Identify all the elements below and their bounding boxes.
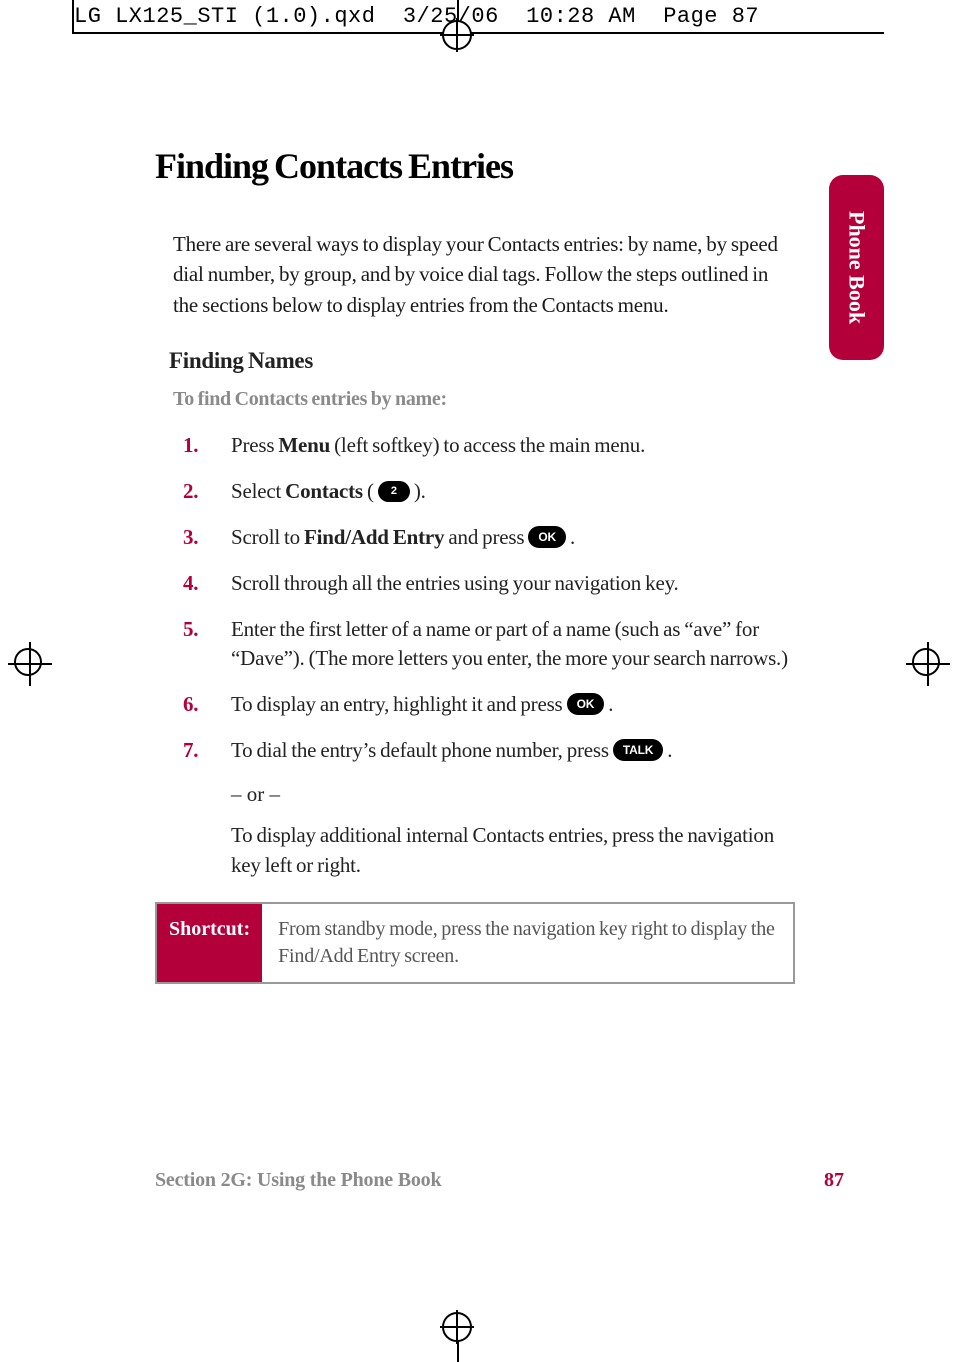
intro-paragraph: There are several ways to display your C… — [173, 229, 795, 320]
slug-line: LG LX125_STI (1.0).qxd 3/25/06 10:28 AM … — [74, 4, 759, 29]
step-text: and press — [444, 525, 528, 549]
subheading: Finding Names — [169, 348, 795, 374]
key-ok-icon: OK — [567, 693, 605, 715]
step-bold: Menu — [278, 433, 330, 457]
continuation-text: To display additional internal Contacts … — [231, 821, 795, 881]
shortcut-body: From standby mode, press the navigation … — [262, 904, 793, 982]
footer-page-number: 87 — [824, 1169, 844, 1192]
registration-mark-left — [14, 648, 42, 676]
step-number: 5. — [183, 615, 198, 645]
step-number: 7. — [183, 736, 198, 766]
step-2: 2. Select Contacts ( 2 ). — [183, 477, 795, 507]
step-number: 1. — [183, 431, 198, 461]
step-text: . — [604, 692, 613, 716]
slug-bottom-rule — [74, 32, 884, 34]
step-text: . — [566, 525, 575, 549]
step-bold: Contacts — [285, 479, 363, 503]
step-7: 7. To dial the entry’s default phone num… — [183, 736, 795, 766]
step-bold: Find/Add Entry — [304, 525, 444, 549]
step-number: 6. — [183, 690, 198, 720]
step-5: 5. Enter the first letter of a name or p… — [183, 615, 795, 675]
steps-list: 1. Press Menu (left softkey) to access t… — [183, 431, 795, 766]
shortcut-label: Shortcut: — [157, 904, 262, 982]
step-4: 4. Scroll through all the entries using … — [183, 569, 795, 599]
step-number: 3. — [183, 523, 198, 553]
page-title: Finding Contacts Entries — [155, 145, 795, 187]
registration-mark-right — [912, 648, 940, 676]
step-1: 1. Press Menu (left softkey) to access t… — [183, 431, 795, 461]
lead-line: To find Contacts entries by name: — [173, 388, 795, 411]
step-number: 4. — [183, 569, 198, 599]
registration-cross-v-bottom — [456, 1310, 458, 1344]
step-text: ). — [410, 479, 426, 503]
shortcut-box: Shortcut: From standby mode, press the n… — [155, 902, 795, 984]
registration-cross-v-top — [456, 18, 458, 52]
step-text: Scroll to — [231, 525, 304, 549]
footer-section-title: Section 2G: Using the Phone Book — [155, 1169, 441, 1192]
page-content: Finding Contacts Entries There are sever… — [155, 145, 795, 984]
step-text: To display an entry, highlight it and pr… — [231, 692, 567, 716]
key-ok-icon: OK — [528, 526, 566, 548]
step-text: . — [663, 738, 672, 762]
step-text: Select — [231, 479, 285, 503]
section-tab-label: Phone Book — [844, 211, 870, 324]
step-6: 6. To display an entry, highlight it and… — [183, 690, 795, 720]
step-text: (left softkey) to access the main menu. — [330, 433, 645, 457]
step-3: 3. Scroll to Find/Add Entry and press OK… — [183, 523, 795, 553]
step-text: ( — [363, 479, 378, 503]
or-separator: – or – — [231, 782, 795, 807]
key-talk-icon: TALK — [613, 739, 663, 761]
step-number: 2. — [183, 477, 198, 507]
step-text: Press — [231, 433, 278, 457]
step-text: Enter the first letter of a name or part… — [231, 617, 788, 671]
step-text: To dial the entry’s default phone number… — [231, 738, 613, 762]
step-text: Scroll through all the entries using you… — [231, 571, 679, 595]
section-tab: Phone Book — [829, 175, 884, 360]
key-2-icon: 2 — [378, 481, 410, 502]
